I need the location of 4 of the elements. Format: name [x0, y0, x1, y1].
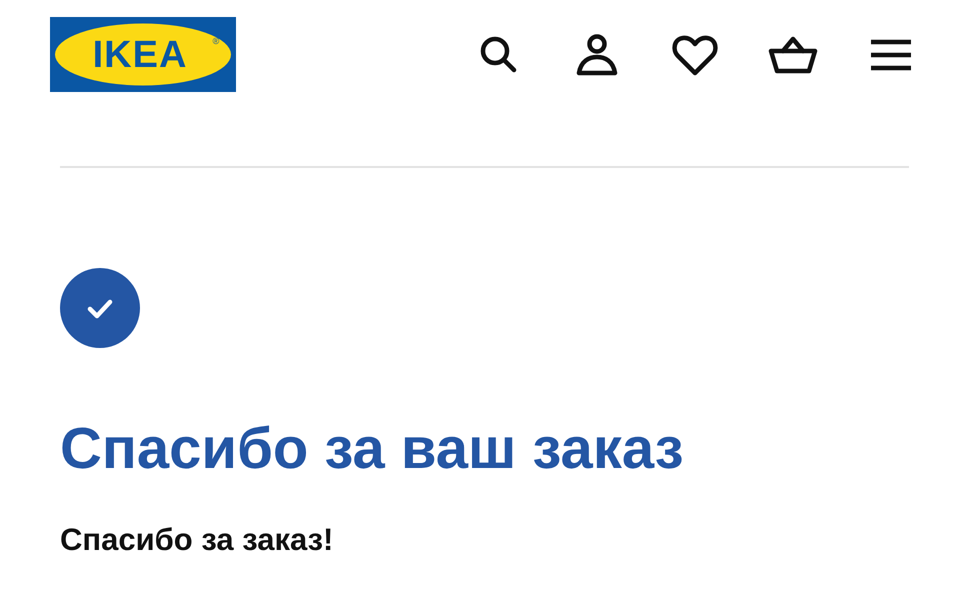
- logo[interactable]: IKEA ®: [50, 17, 236, 92]
- check-icon: [60, 268, 140, 348]
- page-heading: Спасибо за ваш заказ: [60, 415, 685, 483]
- subheading: Спасибо за заказ!: [60, 522, 334, 558]
